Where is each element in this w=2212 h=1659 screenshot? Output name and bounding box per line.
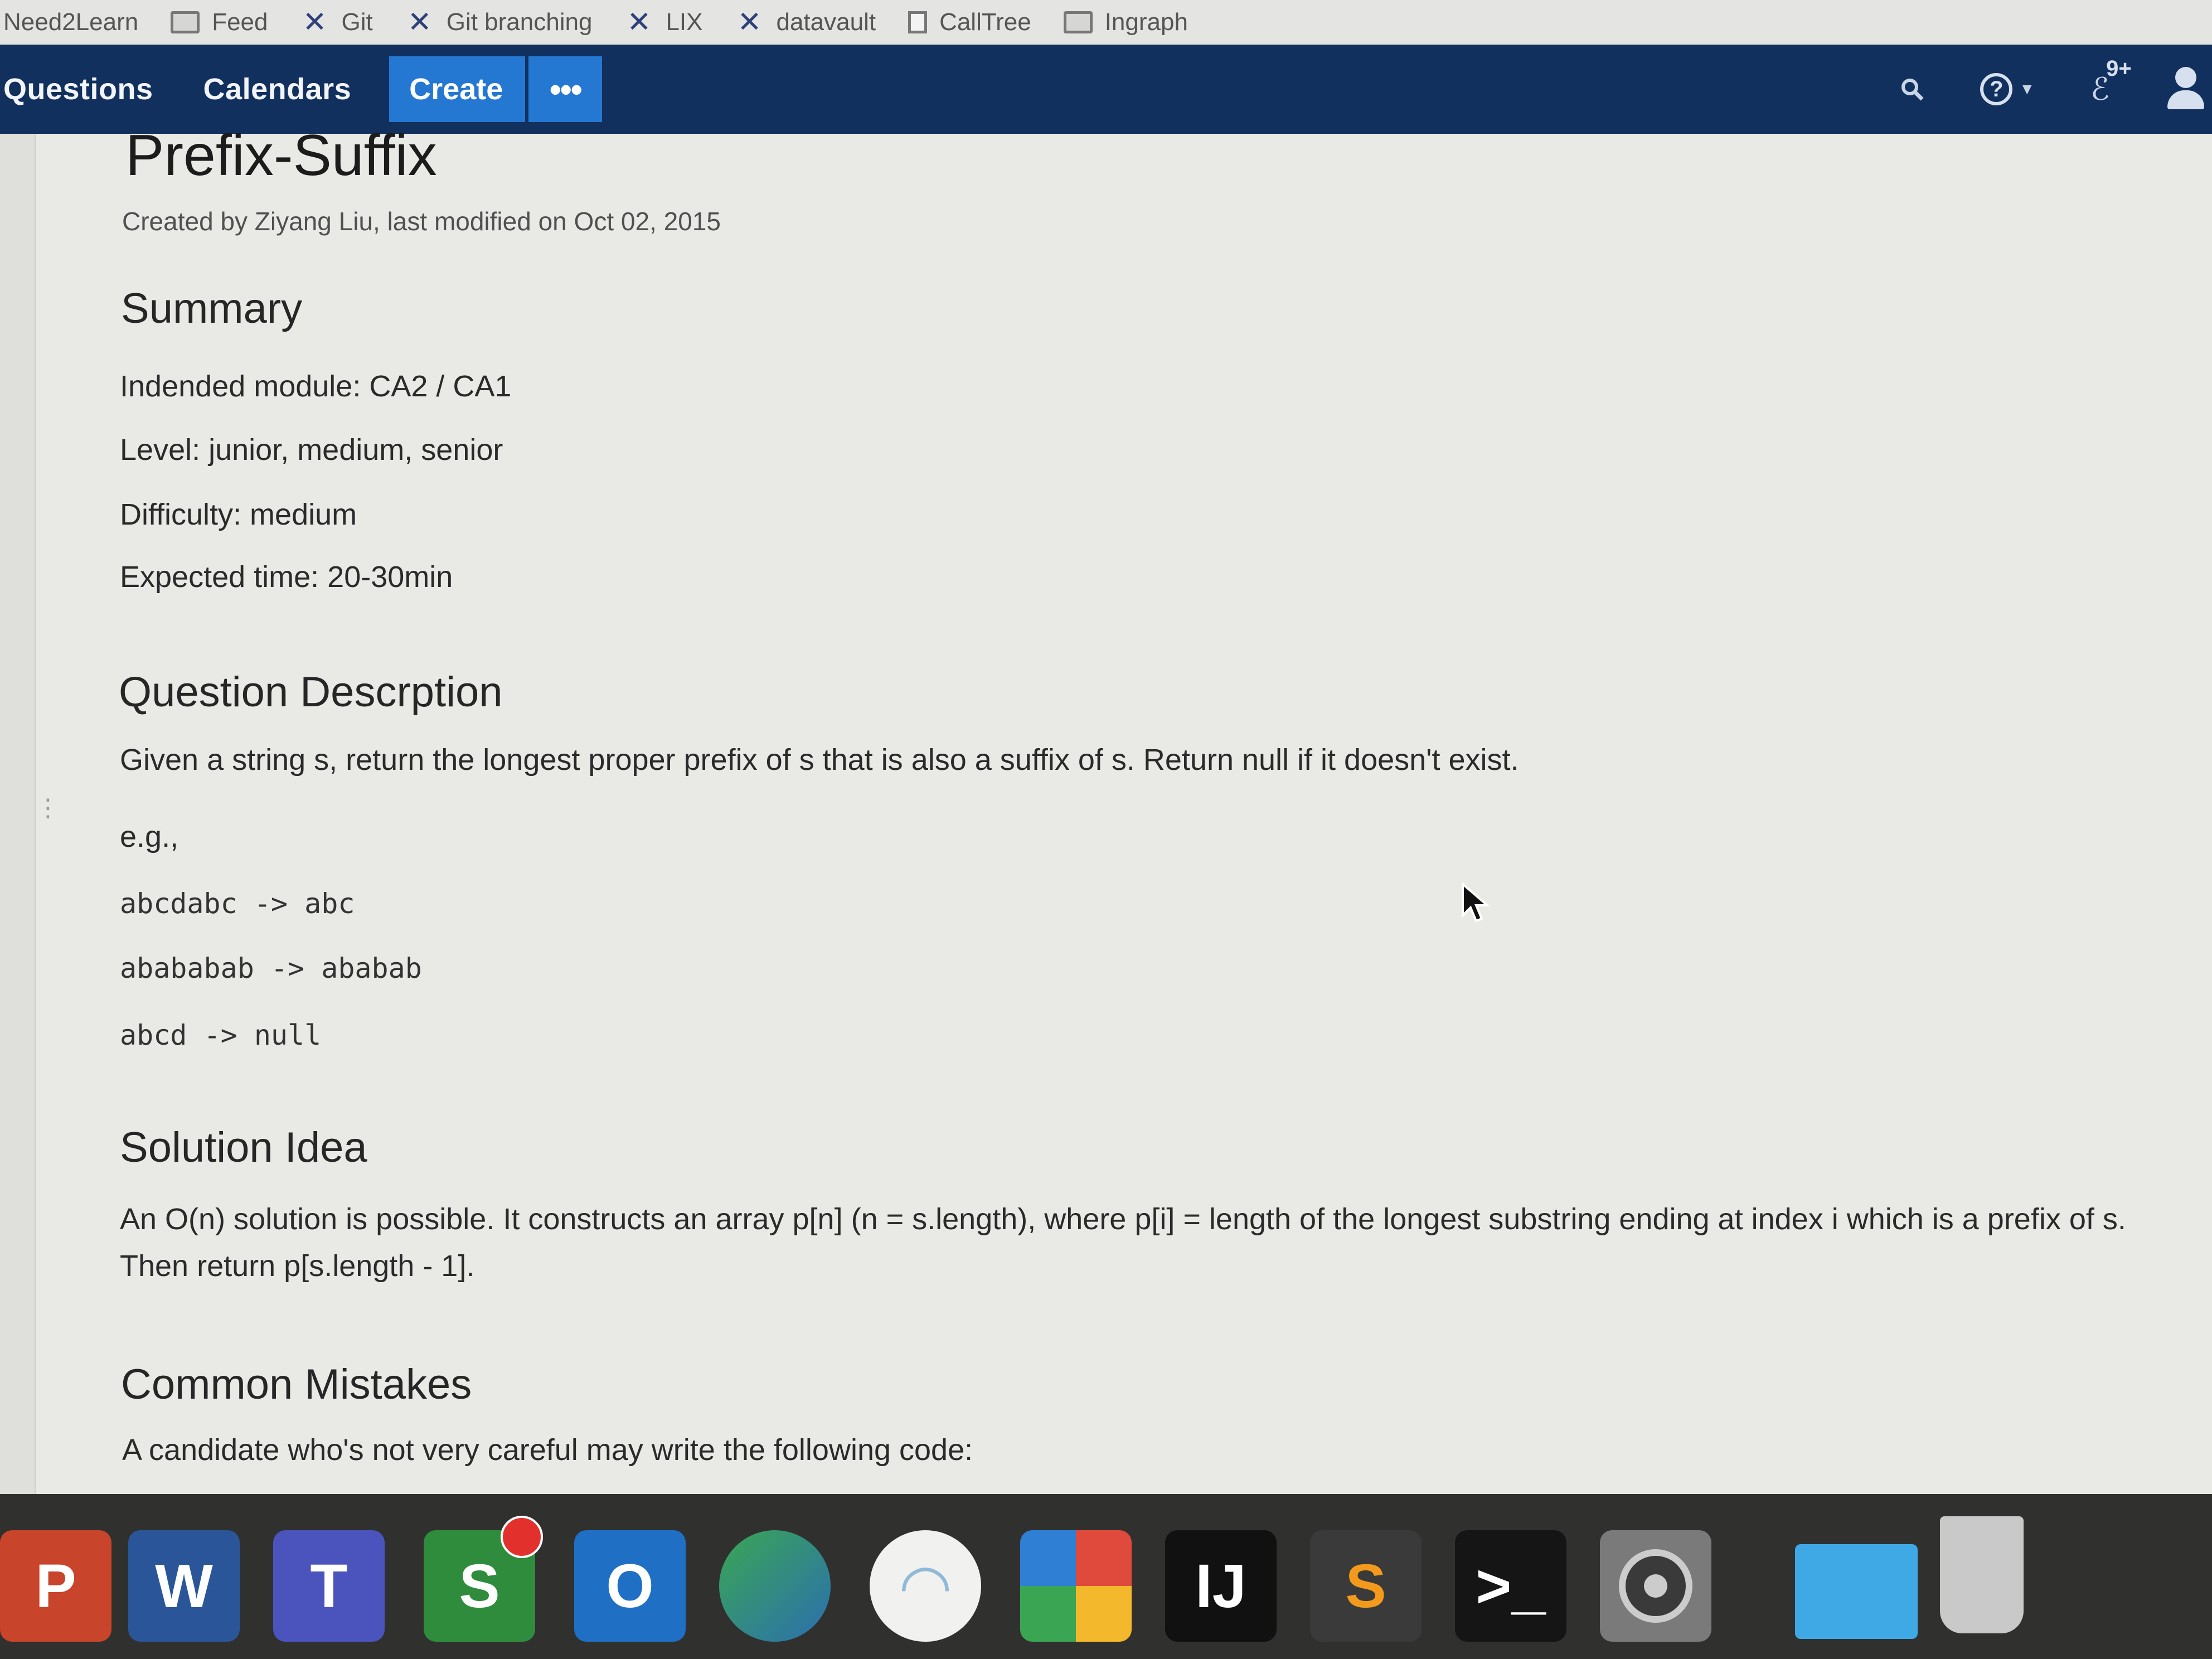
dock-app-store-grid-icon[interactable]	[1020, 1530, 1132, 1642]
help-menu[interactable]: ? ▼	[1980, 73, 2035, 105]
bookmark-label: Git	[341, 8, 373, 36]
dock-powerpoint-icon[interactable]: P	[0, 1530, 111, 1642]
bookmark-label: Need2Learn	[3, 8, 139, 36]
dock-terminal-icon[interactable]: >_	[1455, 1530, 1566, 1642]
nav-right-tools: ? ▼ ℰ 9+	[1844, 45, 2212, 134]
create-button[interactable]: Create	[389, 56, 526, 122]
module-text: Indended module: CA2 / CA1	[120, 370, 512, 403]
nav-questions[interactable]: Questions	[3, 72, 153, 106]
sidebar-collapsed[interactable]	[0, 134, 36, 1494]
dock-outlook-icon[interactable]: O	[574, 1530, 686, 1642]
bookmark-ingraph[interactable]: Ingraph	[1063, 8, 1188, 36]
bookmarks-bar: Need2Learn Feed ✕ Git ✕ Git branching ✕ …	[0, 0, 2212, 45]
example-line: abababab -> ababab	[120, 952, 422, 984]
question-heading: Question Descrption	[119, 668, 503, 716]
bookmark-label: Git branching	[446, 8, 593, 36]
mistakes-heading: Common Mistakes	[121, 1361, 472, 1408]
bookmark-label: datavault	[776, 8, 876, 36]
bookmark-label: CallTree	[939, 8, 1031, 36]
dock-teams-icon[interactable]: T	[273, 1530, 385, 1642]
folder-icon	[171, 11, 200, 33]
bookmark-label: Ingraph	[1104, 8, 1188, 36]
bookmark-need2learn[interactable]: Need2Learn	[3, 8, 138, 36]
bookmark-label: LIX	[666, 8, 703, 36]
nav-calendars[interactable]: Calendars	[203, 72, 352, 106]
tool-icon: ✕	[737, 6, 762, 38]
folder-icon	[1063, 11, 1093, 33]
summary-heading: Summary	[121, 285, 303, 332]
difficulty-text: Difficulty: medium	[120, 498, 357, 531]
bookmark-calltree[interactable]: CallTree	[908, 8, 1031, 36]
bookmark-feed[interactable]: Feed	[171, 8, 268, 36]
bookmark-git-branching[interactable]: ✕ Git branching	[405, 6, 593, 38]
expected-time-text: Expected time: 20-30min	[120, 560, 453, 594]
user-menu[interactable]	[2165, 67, 2212, 111]
dock-system-preferences-icon[interactable]	[1600, 1530, 1711, 1642]
tool-icon: ✕	[627, 6, 652, 38]
dock-intellij-icon[interactable]: IJ	[1165, 1530, 1277, 1642]
notifications-button[interactable]: ℰ 9+	[2090, 56, 2132, 108]
bookmark-label: Feed	[212, 8, 268, 36]
more-options-button[interactable]: •••	[528, 56, 603, 122]
solution-heading: Solution Idea	[120, 1124, 367, 1171]
bookmark-datavault[interactable]: ✕ datavault	[735, 6, 876, 38]
dock-downloads-icon[interactable]	[1795, 1544, 1918, 1639]
page-icon	[908, 11, 928, 33]
mistakes-text: A candidate who's not very careful may w…	[122, 1433, 973, 1467]
help-icon: ?	[1980, 73, 2013, 105]
top-navigation: Questions Calendars Create ••• ? ▼ ℰ 9+	[0, 45, 2212, 134]
bookmark-lix[interactable]: ✕ LIX	[624, 6, 703, 38]
dock-wifi-icon[interactable]: ◠	[870, 1530, 981, 1642]
example-line: abcdabc -> abc	[120, 887, 355, 920]
notification-badge	[501, 1516, 543, 1558]
bookmark-git[interactable]: ✕ Git	[300, 6, 373, 38]
page-byline: Created by Ziyang Liu, last modified on …	[122, 207, 721, 236]
example-label: e.g.,	[120, 820, 179, 853]
notification-count: 9+	[2106, 56, 2132, 81]
question-text: Given a string s, return the longest pro…	[120, 743, 1519, 777]
sidebar-resize-handle-icon[interactable]: ⋮	[36, 796, 60, 821]
dock-word-icon[interactable]: W	[128, 1530, 240, 1642]
level-text: Level: junior, medium, senior	[120, 433, 503, 467]
dock-sublime-text-icon[interactable]: S	[1310, 1530, 1422, 1642]
chevron-down-icon: ▼	[2019, 80, 2035, 98]
tool-icon: ✕	[407, 6, 432, 38]
dock-trash-icon[interactable]	[1940, 1516, 2024, 1633]
search-icon[interactable]	[1900, 77, 1924, 101]
page-title: Prefix-Suffix	[125, 123, 437, 188]
example-line: abcd -> null	[120, 1019, 322, 1051]
dock-vpn-icon[interactable]	[719, 1530, 831, 1642]
dock-skype-for-business-icon[interactable]: S	[424, 1516, 543, 1642]
solution-text: An O(n) solution is possible. It constru…	[120, 1202, 2126, 1283]
tool-icon: ✕	[302, 6, 327, 38]
user-avatar-icon	[2165, 67, 2206, 111]
